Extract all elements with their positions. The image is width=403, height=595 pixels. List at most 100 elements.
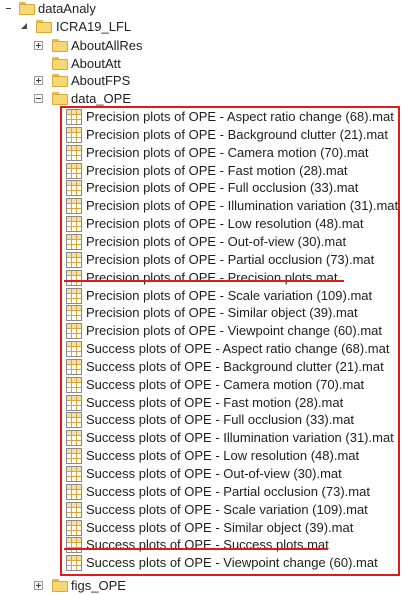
file-item[interactable]: Precision plots of OPE - Camera motion (… — [0, 144, 400, 162]
collapse-arrow-icon[interactable] — [21, 23, 27, 29]
file-label: Success plots of OPE - Scale variation (… — [86, 502, 368, 517]
tree-node-label: AboutFPS — [71, 73, 131, 88]
mat-file-icon — [66, 288, 82, 304]
folder-icon — [52, 92, 68, 105]
file-label: Precision plots of OPE - Scale variation… — [86, 288, 373, 303]
file-item[interactable]: Success plots of OPE - Out-of-view (30).… — [0, 465, 400, 483]
mat-file-icon — [66, 520, 82, 536]
mat-file-icon — [66, 127, 82, 143]
mat-file-icon — [66, 163, 82, 179]
mat-file-icon — [66, 198, 82, 214]
collapse-minus-icon[interactable] — [34, 94, 43, 103]
file-item[interactable]: Success plots of OPE - Scale variation (… — [0, 501, 400, 519]
file-label: Success plots of OPE - Background clutte… — [86, 359, 384, 374]
file-item[interactable]: Success plots of OPE - Fast motion (28).… — [0, 394, 400, 412]
mat-file-icon — [66, 270, 82, 286]
file-label: Success plots of OPE - Full occlusion (3… — [86, 412, 355, 427]
folder-icon — [52, 57, 68, 70]
tree-node-label: AboutAllRes — [71, 38, 143, 53]
mat-file-icon — [66, 448, 82, 464]
file-label: Success plots of OPE - Illumination vari… — [86, 430, 394, 445]
file-label: Precision plots of OPE - Precision plots… — [86, 270, 338, 285]
file-label: Success plots of OPE - Success plots.mat — [86, 537, 329, 552]
mat-file-icon — [66, 412, 82, 428]
tree-node-label: AboutAtt — [71, 56, 121, 71]
file-item[interactable]: Precision plots of OPE - Similar object … — [0, 304, 400, 322]
file-item[interactable]: Success plots of OPE - Full occlusion (3… — [0, 411, 400, 429]
tree-node-label: figs_OPE — [71, 578, 126, 593]
file-item[interactable]: Precision plots of OPE - Low resolution … — [0, 215, 400, 233]
file-label: Success plots of OPE - Viewpoint change … — [86, 555, 378, 570]
tree-node-label: dataAnaly — [38, 1, 96, 16]
mat-file-icon — [66, 109, 82, 125]
file-label: Precision plots of OPE - Illumination va… — [86, 198, 399, 213]
file-label: Precision plots of OPE - Low resolution … — [86, 216, 364, 231]
mat-file-icon — [66, 145, 82, 161]
folder-icon — [52, 39, 68, 52]
file-label: Precision plots of OPE - Camera motion (… — [86, 145, 369, 160]
file-item[interactable]: Success plots of OPE - Partial occlusion… — [0, 483, 400, 501]
tree-node-icra19-lfl[interactable]: ICRA19_LFL — [0, 18, 140, 36]
mat-file-icon — [66, 555, 82, 571]
mat-file-icon — [66, 305, 82, 321]
folder-icon — [36, 20, 52, 33]
file-label: Precision plots of OPE - Partial occlusi… — [86, 252, 375, 267]
file-item[interactable]: Success plots of OPE - Background clutte… — [0, 358, 400, 376]
file-item[interactable]: Precision plots of OPE - Fast motion (28… — [0, 162, 400, 180]
expand-plus-icon[interactable] — [34, 581, 43, 590]
tree-node-data-ope[interactable]: data_OPE — [0, 90, 160, 108]
file-item[interactable]: Precision plots of OPE - Background clut… — [0, 126, 400, 144]
file-label: Precision plots of OPE - Full occlusion … — [86, 180, 359, 195]
mat-file-icon — [66, 466, 82, 482]
mat-file-icon — [66, 323, 82, 339]
tree-node-label: data_OPE — [71, 91, 131, 106]
file-item[interactable]: Precision plots of OPE - Precision plots… — [0, 269, 400, 287]
mat-file-icon — [66, 359, 82, 375]
file-label: Success plots of OPE - Out-of-view (30).… — [86, 466, 342, 481]
file-item[interactable]: Precision plots of OPE - Viewpoint chang… — [0, 322, 400, 340]
tree-node-figs-ope[interactable]: figs_OPE — [0, 577, 160, 595]
file-label: Success plots of OPE - Similar object (3… — [86, 520, 354, 535]
tree-node-aboutatt[interactable]: AboutAtt — [0, 55, 160, 73]
file-item[interactable]: Success plots of OPE - Aspect ratio chan… — [0, 340, 400, 358]
file-item[interactable]: Success plots of OPE - Camera motion (70… — [0, 376, 400, 394]
folder-icon — [52, 74, 68, 87]
folder-icon — [52, 579, 68, 592]
file-item[interactable]: Success plots of OPE - Illumination vari… — [0, 429, 400, 447]
file-label: Success plots of OPE - Aspect ratio chan… — [86, 341, 390, 356]
file-item[interactable]: Precision plots of OPE - Full occlusion … — [0, 179, 400, 197]
tree-node-aboutfps[interactable]: AboutFPS — [0, 72, 160, 90]
mat-file-icon — [66, 216, 82, 232]
expand-plus-icon[interactable] — [34, 76, 43, 85]
folder-icon — [19, 2, 35, 15]
file-label: Precision plots of OPE - Similar object … — [86, 305, 358, 320]
collapse-minus-icon[interactable] — [4, 4, 13, 13]
mat-file-icon — [66, 252, 82, 268]
file-item[interactable]: Success plots of OPE - Success plots.mat — [0, 536, 400, 554]
file-label: Success plots of OPE - Low resolution (4… — [86, 448, 360, 463]
tree-node-dataanaly[interactable]: dataAnaly — [0, 0, 120, 18]
expand-plus-icon[interactable] — [34, 41, 43, 50]
file-item[interactable]: Success plots of OPE - Similar object (3… — [0, 519, 400, 537]
tree-node-label: ICRA19_LFL — [56, 19, 132, 34]
mat-file-icon — [66, 234, 82, 250]
mat-file-icon — [66, 502, 82, 518]
tree-node-aboutallres[interactable]: AboutAllRes — [0, 37, 160, 55]
mat-file-icon — [66, 537, 82, 553]
file-item[interactable]: Success plots of OPE - Viewpoint change … — [0, 554, 400, 572]
mat-file-icon — [66, 377, 82, 393]
file-label: Success plots of OPE - Fast motion (28).… — [86, 395, 344, 410]
file-item[interactable]: Precision plots of OPE - Scale variation… — [0, 287, 400, 305]
mat-file-icon — [66, 395, 82, 411]
file-label: Precision plots of OPE - Fast motion (28… — [86, 163, 348, 178]
file-label: Precision plots of OPE - Background clut… — [86, 127, 389, 142]
mat-file-icon — [66, 180, 82, 196]
mat-file-icon — [66, 484, 82, 500]
mat-file-icon — [66, 341, 82, 357]
file-item[interactable]: Precision plots of OPE - Aspect ratio ch… — [0, 108, 400, 126]
file-item[interactable]: Success plots of OPE - Low resolution (4… — [0, 447, 400, 465]
file-label: Precision plots of OPE - Aspect ratio ch… — [86, 109, 394, 124]
file-item[interactable]: Precision plots of OPE - Partial occlusi… — [0, 251, 400, 269]
file-item[interactable]: Precision plots of OPE - Illumination va… — [0, 197, 400, 215]
file-item[interactable]: Precision plots of OPE - Out-of-view (30… — [0, 233, 400, 251]
